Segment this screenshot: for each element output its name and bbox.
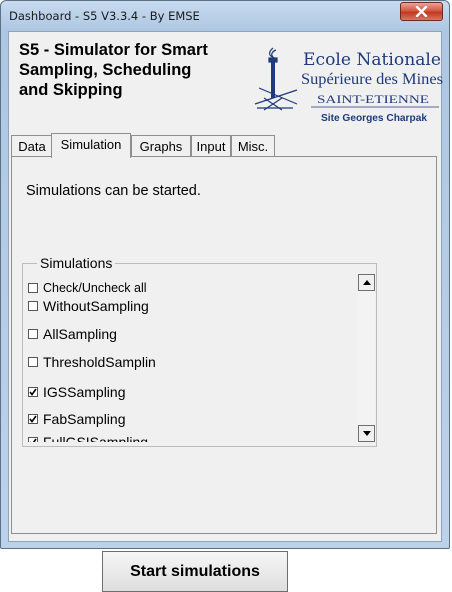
list-scrollbar[interactable] — [358, 274, 375, 442]
app-title-line-3: and Skipping — [19, 81, 123, 99]
checkbox-label: IGSSampling — [43, 384, 126, 400]
checkbox-label: ThresholdSamplin — [43, 354, 156, 370]
scroll-down-button[interactable] — [358, 425, 375, 442]
arrow-up-icon — [363, 280, 371, 285]
tab-graphs[interactable]: Graphs — [131, 135, 191, 157]
window-title: Dashboard - S5 V3.3.4 - By EMSE — [9, 9, 200, 23]
checkbox-all-sampling[interactable]: AllSampling — [28, 323, 117, 345]
checkbox-label: FabSampling — [43, 411, 126, 427]
logo-line-2: Supérieure des Mines — [301, 71, 443, 88]
simulations-group: Simulations Check/Uncheck all WithoutSam… — [22, 255, 377, 447]
logo-line-1: Ecole Nationale — [303, 50, 441, 70]
dashboard-window: Dashboard - S5 V3.3.4 - By EMSE S5 - Sim… — [0, 0, 450, 592]
status-text: Simulations can be started. — [26, 183, 201, 199]
checkmark-icon — [29, 415, 37, 423]
simulation-panel: Simulations can be started. Simulations … — [11, 156, 437, 592]
checkbox-without-sampling[interactable]: WithoutSampling — [28, 295, 149, 317]
mines-torch-logo: Ecole Nationale Supérieure des Mines SAI… — [254, 47, 443, 124]
simulations-checklist[interactable]: Check/Uncheck all WithoutSampling AllSam… — [28, 274, 368, 442]
tab-simulation[interactable]: Simulation — [51, 133, 131, 158]
client-area: S5 - Simulator for Smart Sampling, Sched… — [8, 31, 443, 592]
close-button[interactable] — [400, 2, 443, 21]
checkbox-label: Check/Uncheck all — [43, 281, 147, 295]
checkbox-box[interactable] — [28, 387, 38, 397]
title-bar[interactable]: Dashboard - S5 V3.3.4 - By EMSE — [1, 1, 449, 31]
tab-misc[interactable]: Misc. — [231, 135, 275, 157]
checkbox-box[interactable] — [28, 437, 38, 442]
start-simulations-button[interactable]: Start simulations — [102, 551, 288, 592]
app-title-line-2: Sampling, Scheduling — [19, 61, 192, 79]
checkbox-fab-sampling[interactable]: FabSampling — [28, 408, 126, 430]
tab-strip: Data Simulation Graphs Input Misc. — [9, 133, 443, 158]
checkbox-box[interactable] — [28, 357, 38, 367]
checkmark-icon — [29, 388, 37, 396]
checkbox-label: FullGSISampling — [43, 434, 149, 442]
checkbox-full-gsi-sampling[interactable]: FullGSISampling — [28, 431, 148, 442]
checkmark-icon — [30, 438, 37, 442]
checkbox-box[interactable] — [28, 301, 38, 311]
checkbox-igs-sampling[interactable]: IGSSampling — [28, 381, 125, 403]
tab-data[interactable]: Data — [11, 135, 53, 157]
checkbox-threshold-sampling[interactable]: ThresholdSamplin — [28, 351, 156, 373]
close-icon — [415, 6, 428, 17]
checkbox-label: AllSampling — [43, 326, 117, 342]
simulations-group-label: Simulations — [37, 255, 116, 271]
checkbox-box[interactable] — [28, 414, 38, 424]
checkbox-box[interactable] — [28, 329, 38, 339]
checkbox-label: WithoutSampling — [43, 298, 149, 314]
arrow-down-icon — [363, 431, 371, 436]
app-title-line-1: S5 - Simulator for Smart — [19, 41, 208, 59]
app-title: S5 - Simulator for Smart Sampling, Sched… — [19, 40, 249, 100]
checkbox-box[interactable] — [28, 283, 38, 293]
torch-icon — [254, 47, 298, 111]
scroll-up-button[interactable] — [358, 274, 375, 291]
tab-input[interactable]: Input — [191, 135, 231, 157]
logo-line-3: SAINT-ETIENNE — [317, 92, 429, 106]
logo-line-4: Site Georges Charpak — [321, 112, 427, 124]
